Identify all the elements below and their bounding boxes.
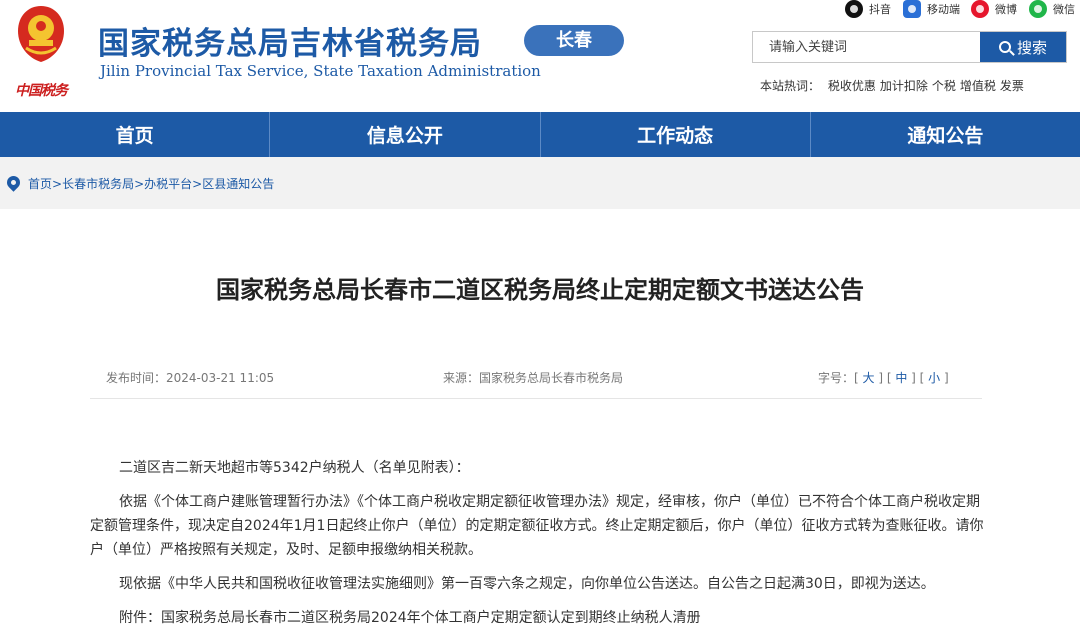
- national-emblem-icon: [18, 6, 64, 62]
- nav-item-notices[interactable]: 通知公告: [811, 112, 1080, 157]
- breadcrumb: 首页>长春市税务局>办税平台>区县通知公告: [28, 177, 275, 191]
- wechat-icon: [1029, 0, 1047, 18]
- meta-divider: [90, 398, 982, 399]
- font-size-medium-button[interactable]: 中: [895, 371, 907, 385]
- attachment-link[interactable]: 附件：国家税务总局长春市二道区税务局2024年个体工商户定期定额认定到期终止纳税…: [90, 606, 985, 630]
- hot-words-label: 本站热词：: [760, 79, 821, 93]
- search-box: 搜索: [752, 31, 1067, 63]
- hot-word-link[interactable]: 发票: [1000, 79, 1024, 93]
- social-wechat-link[interactable]: 微信: [1029, 0, 1075, 18]
- social-label: 微博: [995, 3, 1017, 16]
- social-mobile-link[interactable]: 移动端: [903, 0, 960, 18]
- search-button-label: 搜索: [1016, 38, 1047, 57]
- social-douyin-link[interactable]: 抖音: [845, 0, 891, 18]
- font-size-large-button[interactable]: 大: [863, 371, 875, 385]
- hot-word-link[interactable]: 加计扣除: [880, 79, 928, 93]
- site-title[interactable]: 国家税务总局吉林省税务局: [98, 18, 482, 63]
- social-label: 抖音: [869, 3, 891, 16]
- breadcrumb-changchun[interactable]: 长春市税务局: [62, 177, 134, 191]
- publish-date: 发布时间：2024-03-21 11:05: [106, 371, 275, 385]
- social-label: 微信: [1053, 3, 1075, 16]
- main-nav: 首页 信息公开 工作动态 通知公告: [0, 112, 1080, 157]
- city-switch-button[interactable]: 长春: [524, 25, 624, 56]
- breadcrumb-tax-platform[interactable]: 办税平台: [144, 177, 192, 191]
- article-source: 来源：国家税务总局长春市税务局: [443, 371, 624, 385]
- search-icon: [998, 41, 1011, 53]
- nav-item-home[interactable]: 首页: [0, 112, 271, 157]
- breadcrumb-bar: 首页>长春市税务局>办税平台>区县通知公告: [0, 157, 1080, 209]
- nav-item-info-disclosure[interactable]: 信息公开: [270, 112, 541, 157]
- location-pin-icon: [4, 173, 23, 192]
- emblem-caption: 中国税务: [15, 83, 68, 99]
- search-input[interactable]: [753, 32, 980, 62]
- search-button[interactable]: 搜索: [980, 32, 1066, 62]
- breadcrumb-district-notices[interactable]: 区县通知公告: [202, 177, 274, 191]
- tax-emblem-logo[interactable]: 中国税务: [8, 4, 74, 100]
- social-label: 移动端: [927, 3, 960, 16]
- font-size-switcher: 字号：[ 大 ] [ 中 ] [ 小 ]: [818, 371, 949, 385]
- hot-words: 本站热词： 税收优惠 加计扣除 个税 增值税 发票: [760, 77, 1024, 94]
- hot-word-link[interactable]: 增值税: [960, 79, 996, 93]
- breadcrumb-home[interactable]: 首页: [28, 177, 52, 191]
- article-body: 二道区吉二新天地超市等5342户纳税人（名单见附表）： 依据《个体工商户建账管理…: [90, 456, 985, 640]
- article-paragraph: 二道区吉二新天地超市等5342户纳税人（名单见附表）：: [119, 460, 470, 476]
- nav-item-work-news[interactable]: 工作动态: [541, 112, 811, 157]
- font-size-small-button[interactable]: 小: [928, 371, 940, 385]
- article-paragraph: 依据《个体工商户建账管理暂行办法》《个体工商户税收定期定额征收管理办法》规定，经…: [90, 494, 984, 558]
- hot-word-link[interactable]: 个税: [932, 79, 956, 93]
- social-weibo-link[interactable]: 微博: [971, 0, 1017, 18]
- site-header: 中国税务 国家税务总局吉林省税务局 Jilin Provincial Tax S…: [0, 0, 1080, 112]
- site-subtitle: Jilin Provincial Tax Service, State Taxa…: [100, 62, 541, 80]
- weibo-icon: [971, 0, 989, 18]
- article-paragraph: 现依据《中华人民共和国税收征收管理法实施细则》第一百零六条之规定，向你单位公告送…: [119, 576, 935, 592]
- mobile-icon: [903, 0, 921, 18]
- article-title: 国家税务总局长春市二道区税务局终止定期定额文书送达公告: [216, 276, 864, 304]
- font-size-label: 字号：: [818, 371, 855, 385]
- hot-word-link[interactable]: 税收优惠: [828, 79, 876, 93]
- douyin-icon: [845, 0, 863, 18]
